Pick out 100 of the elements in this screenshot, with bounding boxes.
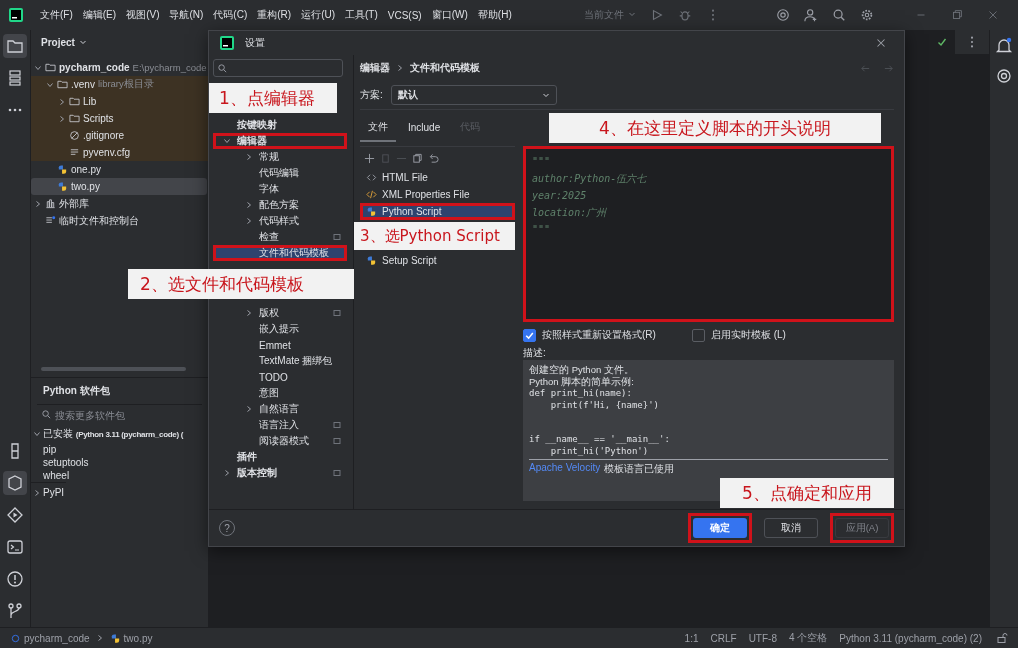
settings-nav-item[interactable]: 字体: [213, 181, 347, 197]
breadcrumb-item[interactable]: two.py: [109, 632, 153, 644]
scheme-dropdown[interactable]: 默认: [390, 85, 557, 105]
settings-nav-item[interactable]: 编辑器: [213, 133, 347, 149]
menu-item[interactable]: 视图(V): [122, 5, 164, 25]
dialog-button[interactable]: 取消: [764, 518, 818, 538]
settings-nav-item[interactable]: 配色方案: [213, 197, 347, 213]
status-item[interactable]: CRLF: [710, 632, 737, 644]
chevron-icon[interactable]: [33, 430, 41, 438]
settings-nav-item[interactable]: TextMate 捆绑包: [213, 353, 347, 369]
settings-nav-item[interactable]: 语言注入: [213, 417, 347, 433]
add-icon[interactable]: [364, 152, 375, 164]
settings-nav-item[interactable]: 嵌入提示: [213, 321, 347, 337]
reset-icon[interactable]: [428, 152, 439, 164]
annotation-callout: 1、点编辑器: [209, 83, 337, 113]
template-item[interactable]: Setup Script: [360, 252, 515, 269]
tree-item[interactable]: one.py: [31, 161, 207, 178]
tab[interactable]: 文件: [360, 114, 396, 142]
menu-item[interactable]: 编辑(E): [78, 5, 121, 25]
breadcrumb-item[interactable]: pycharm_code: [10, 632, 90, 644]
chevron-icon[interactable]: [34, 199, 42, 208]
tree-item[interactable]: two.py: [31, 178, 207, 195]
settings-nav-item[interactable]: 阅读器模式: [213, 433, 347, 449]
app-logo-icon: [219, 35, 235, 51]
project-level-icon: [333, 469, 341, 477]
debug-bug-icon[interactable]: [678, 8, 692, 22]
scratch-file-icon: [45, 215, 56, 226]
settings-nav-item[interactable]: 版权: [213, 305, 347, 321]
settings-nav-item[interactable]: 常规: [213, 149, 347, 165]
status-item[interactable]: Python 3.11 (pycharm_code) (2): [839, 632, 982, 644]
project-view-dropdown[interactable]: Project: [41, 37, 87, 48]
breadcrumb-item[interactable]: 文件和代码模板: [410, 61, 480, 75]
python-file-icon: [366, 255, 377, 266]
settings-nav-item[interactable]: 插件: [213, 449, 347, 465]
tab[interactable]: Include: [400, 115, 449, 141]
tree-item[interactable]: .gitignore: [31, 127, 208, 144]
caret-icon: [628, 10, 636, 18]
menu-item[interactable]: 帮助(H): [473, 5, 516, 25]
run-icon[interactable]: [650, 8, 664, 22]
tree-item[interactable]: pycharm_code E:\pycharm_code: [31, 59, 207, 76]
settings-nav-item[interactable]: Emmet: [213, 337, 347, 353]
status-item[interactable]: UTF-8: [748, 632, 777, 644]
add-user-icon[interactable]: [804, 8, 818, 22]
template-item[interactable]: Python Script: [360, 203, 515, 220]
tree-item[interactable]: 临时文件和控制台: [31, 212, 207, 229]
package-item[interactable]: setuptools: [31, 456, 208, 469]
settings-nav-item[interactable]: 自然语言: [213, 401, 347, 417]
chevron-icon[interactable]: [245, 405, 253, 413]
dialog-button[interactable]: 确定: [693, 518, 747, 538]
chevron-icon[interactable]: [223, 137, 231, 145]
settings-nav-item[interactable]: 按键映射: [213, 117, 347, 133]
checkbox[interactable]: [691, 328, 705, 342]
tree-item[interactable]: pyvenv.cfg: [31, 144, 208, 161]
chevron-icon[interactable]: [33, 488, 41, 497]
menu-item[interactable]: 运行(U): [297, 5, 340, 25]
package-item[interactable]: pip: [31, 443, 208, 456]
duplicate-icon[interactable]: [412, 152, 423, 164]
menu-item[interactable]: 窗口(W): [427, 5, 472, 25]
menu-item[interactable]: 代码(C): [209, 5, 252, 25]
settings-nav-item[interactable]: 代码样式: [213, 213, 347, 229]
menu-item[interactable]: VCS(S): [383, 6, 426, 24]
settings-nav-item[interactable]: 意图: [213, 385, 347, 401]
menu-item[interactable]: 工具(T): [341, 5, 382, 25]
tree-item[interactable]: 外部库: [31, 195, 207, 212]
chevron-icon[interactable]: [245, 153, 253, 161]
package-search-field[interactable]: 搜索更多软件包: [37, 408, 187, 423]
breadcrumb-item[interactable]: 编辑器: [360, 61, 390, 75]
status-item[interactable]: 4 个空格: [789, 631, 828, 645]
chevron-icon[interactable]: [223, 469, 231, 477]
settings-nav-item[interactable]: TODO: [213, 369, 347, 385]
settings-nav-item[interactable]: 检查: [213, 229, 347, 245]
tree-item[interactable]: Scripts: [31, 110, 208, 127]
menu-item[interactable]: 导航(N): [165, 5, 208, 25]
tree-item[interactable]: .venv library根目录: [31, 76, 208, 93]
template-code-editor[interactable]: """ author:Python-伍六七 year:2025 location:广州 """: [523, 146, 894, 322]
settings-nav-item[interactable]: 文件和代码模板: [213, 245, 347, 261]
search-icon[interactable]: [832, 8, 846, 22]
status-item[interactable]: 1:1: [684, 632, 699, 644]
menu-item[interactable]: 重构(R): [253, 5, 296, 25]
packages-icon[interactable]: [3, 471, 27, 495]
tree-item[interactable]: Lib: [31, 93, 208, 110]
unlock-icon[interactable]: [996, 632, 1008, 644]
template-item[interactable]: HTML File: [360, 169, 515, 186]
folder-icon[interactable]: [3, 34, 27, 58]
settings-search-field[interactable]: [213, 59, 343, 77]
menu-item[interactable]: 文件(F): [36, 5, 77, 25]
template-item[interactable]: XML Properties File: [360, 186, 515, 203]
chevron-icon[interactable]: [245, 309, 253, 317]
checkbox-label[interactable]: 按照样式重新设置格式(R): [542, 328, 656, 342]
description-note: 模板语言已使用: [604, 462, 675, 476]
checkbox-label[interactable]: 启用实时模板 (L): [710, 328, 786, 342]
settings-nav-item[interactable]: 代码编辑: [213, 165, 347, 181]
checkbox[interactable]: [523, 328, 536, 342]
restore-icon[interactable]: [950, 8, 964, 22]
settings-icon[interactable]: [860, 8, 874, 22]
panel-title: Python 软件包: [43, 384, 110, 398]
settings-nav-item[interactable]: 版本控制: [213, 465, 347, 481]
package-group[interactable]: 已安装 (Python 3.11 (pycharm_code) (: [31, 425, 186, 443]
package-group[interactable]: PyPI: [31, 482, 67, 500]
package-item[interactable]: wheel: [31, 469, 208, 482]
